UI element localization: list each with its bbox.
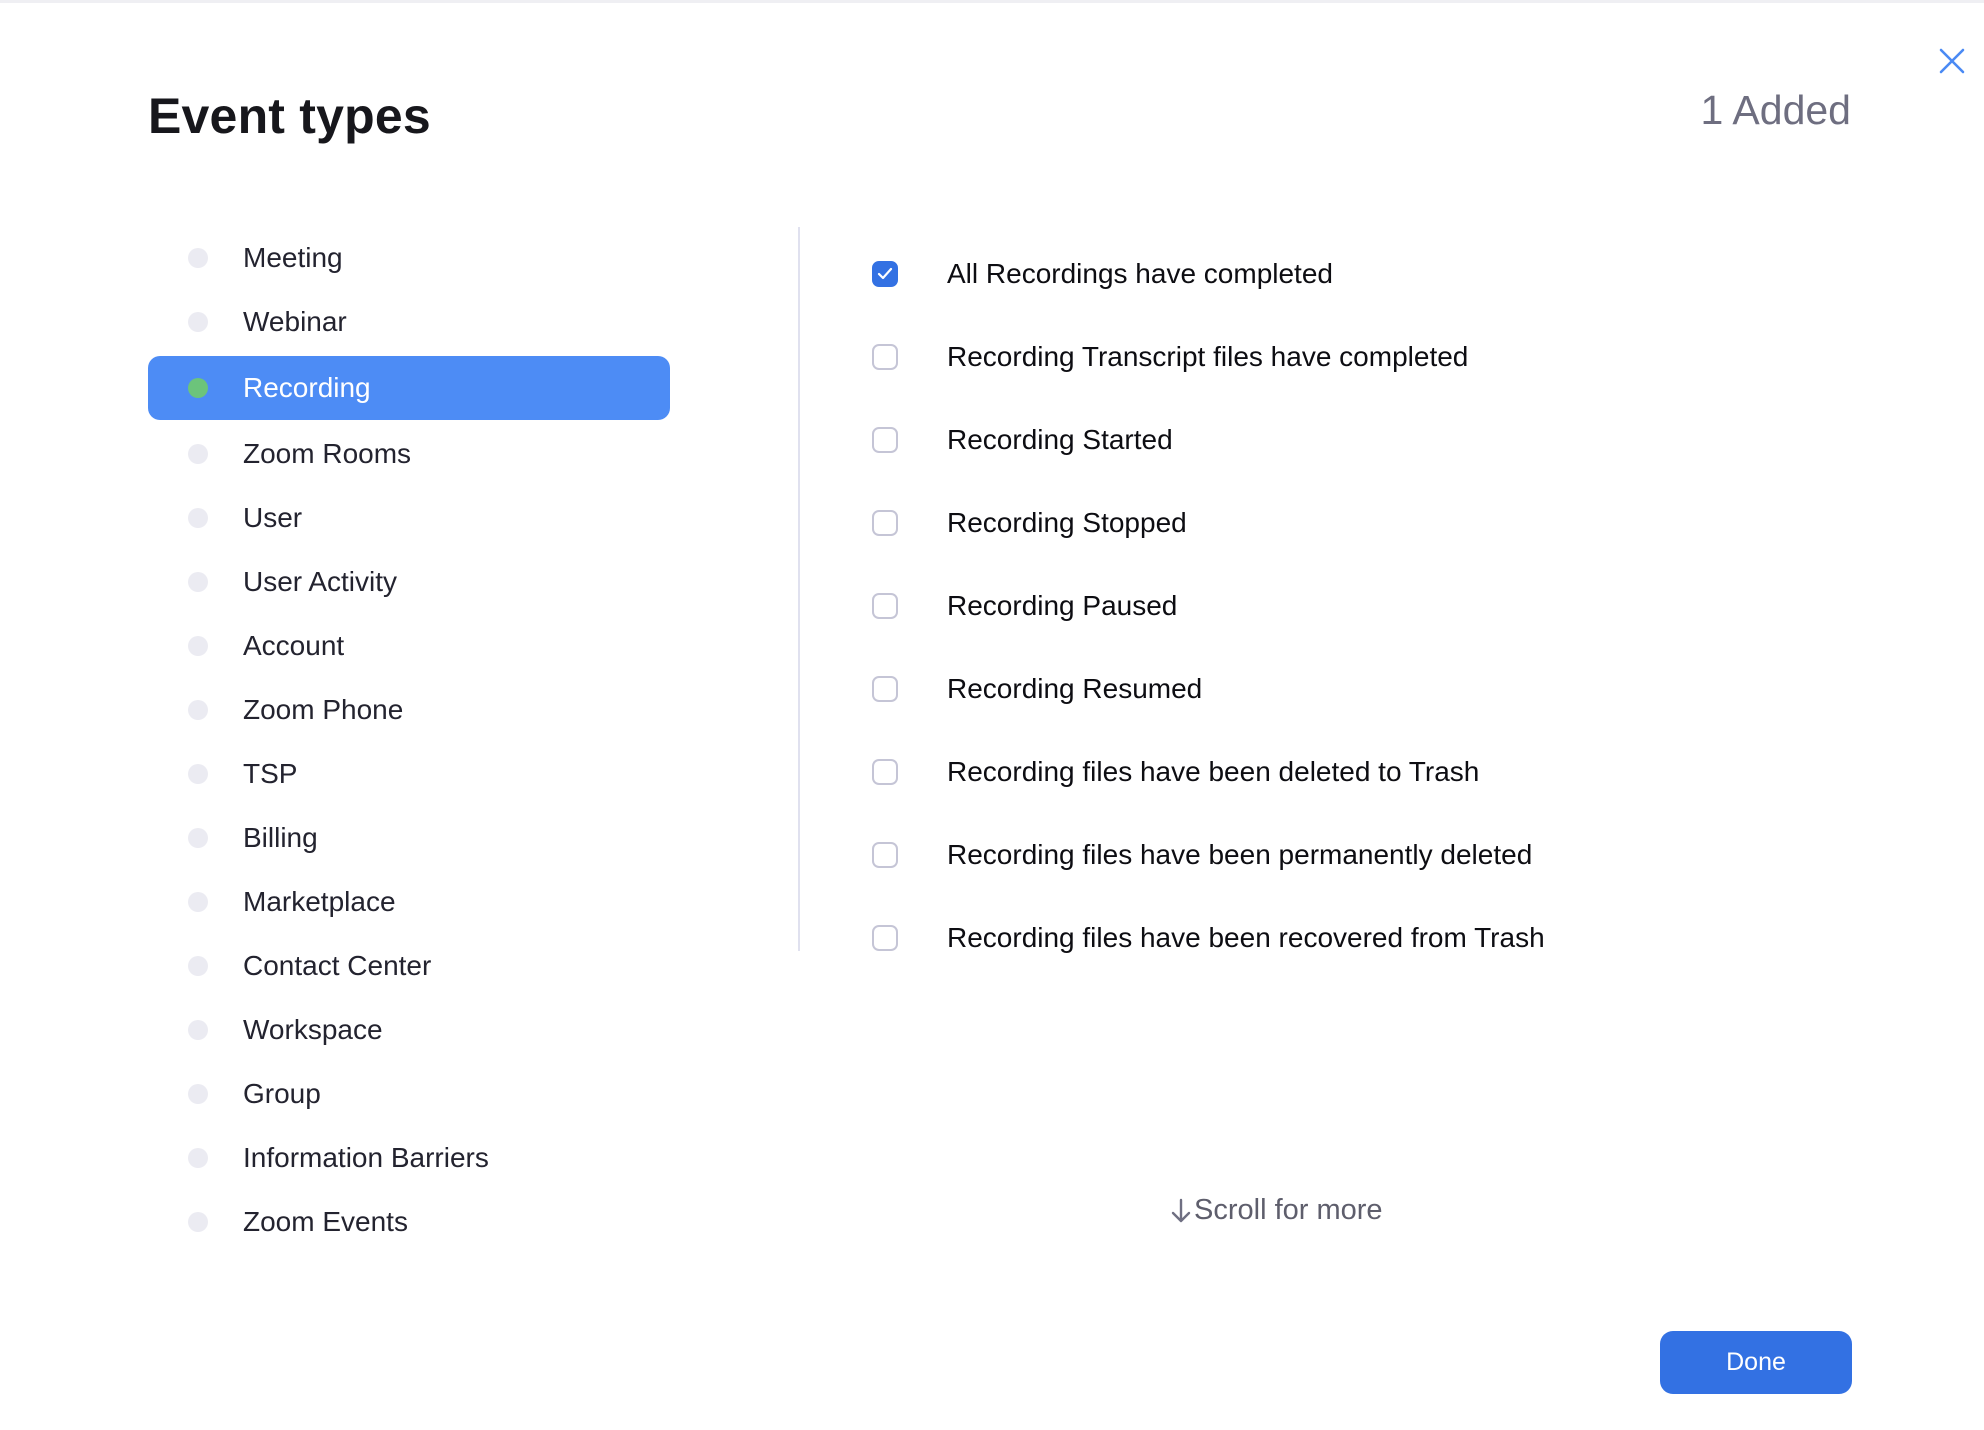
- checkbox[interactable]: [872, 924, 898, 951]
- category-item-recording[interactable]: Recording: [148, 356, 670, 420]
- category-label: Group: [243, 1078, 321, 1109]
- category-label: User Activity: [243, 566, 398, 597]
- dialog-title: Event types: [148, 88, 431, 144]
- category-item-user[interactable]: User: [148, 486, 670, 550]
- category-label: Zoom Rooms: [243, 438, 412, 469]
- event-label: Recording files have been permanently de…: [947, 838, 1533, 870]
- category-label: TSP: [243, 758, 298, 789]
- status-dot-icon: [188, 508, 208, 528]
- checkbox-checked[interactable]: [872, 260, 898, 287]
- category-label: Contact Center: [243, 950, 432, 981]
- status-dot-icon: [188, 764, 208, 784]
- category-label: User: [243, 502, 303, 533]
- scroll-hint-text: Scroll for more: [1194, 1194, 1383, 1226]
- status-dot-icon: [188, 1212, 208, 1232]
- close-button[interactable]: [1934, 43, 1970, 79]
- checkbox[interactable]: [872, 675, 898, 702]
- status-dot-icon: [188, 828, 208, 848]
- event-option[interactable]: Recording Resumed: [872, 647, 1545, 730]
- status-dot-icon: [188, 1020, 208, 1040]
- category-item-account[interactable]: Account: [148, 614, 670, 678]
- checkbox[interactable]: [872, 509, 898, 536]
- status-dot-icon: [188, 636, 208, 656]
- checkbox[interactable]: [872, 592, 898, 619]
- event-label: Recording files have been deleted to Tra…: [947, 755, 1480, 787]
- event-option[interactable]: Recording Transcript files have complete…: [872, 315, 1545, 398]
- scroll-for-more-hint: Scroll for more: [1170, 1194, 1383, 1227]
- status-dot-icon: [188, 1148, 208, 1168]
- panel-divider: [798, 227, 800, 951]
- category-item-contact-center[interactable]: Contact Center: [148, 934, 670, 998]
- event-option[interactable]: Recording files have been permanently de…: [872, 813, 1545, 896]
- status-dot-icon: [188, 956, 208, 976]
- category-label: Meeting: [243, 242, 343, 273]
- checkbox[interactable]: [872, 758, 898, 785]
- checkbox[interactable]: [872, 426, 898, 453]
- event-option[interactable]: Recording Paused: [872, 564, 1545, 647]
- category-item-meeting[interactable]: Meeting: [148, 226, 670, 290]
- event-label: Recording Transcript files have complete…: [947, 340, 1469, 372]
- category-label: Account: [243, 630, 345, 661]
- category-item-group[interactable]: Group: [148, 1062, 670, 1126]
- category-item-zoom-phone[interactable]: Zoom Phone: [148, 678, 670, 742]
- event-option[interactable]: All Recordings have completed: [872, 232, 1545, 315]
- category-label: Workspace: [243, 1014, 383, 1045]
- status-dot-icon: [188, 444, 208, 464]
- checkmark-icon: [877, 267, 893, 280]
- category-item-webinar[interactable]: Webinar: [148, 290, 670, 354]
- event-option[interactable]: Recording Stopped: [872, 481, 1545, 564]
- category-label: Zoom Phone: [243, 694, 404, 725]
- status-dot-icon: [188, 700, 208, 720]
- event-label: Recording Stopped: [947, 506, 1187, 538]
- status-dot-icon: [188, 892, 208, 912]
- category-label: Zoom Events: [243, 1206, 408, 1237]
- event-option[interactable]: Recording Started: [872, 398, 1545, 481]
- event-label: Recording Paused: [947, 589, 1178, 621]
- category-label: Recording: [243, 372, 371, 403]
- category-label: Webinar: [243, 306, 347, 337]
- status-dot-icon: [188, 378, 208, 398]
- category-item-user-activity[interactable]: User Activity: [148, 550, 670, 614]
- event-label: Recording Resumed: [947, 672, 1203, 704]
- top-border: [0, 0, 1984, 3]
- event-option[interactable]: Recording files have been deleted to Tra…: [872, 730, 1545, 813]
- event-label: Recording files have been recovered from…: [947, 921, 1545, 953]
- event-checkbox-list: All Recordings have completed Recording T…: [872, 232, 1545, 979]
- category-item-information-barriers[interactable]: Information Barriers: [148, 1126, 670, 1190]
- category-item-tsp[interactable]: TSP: [148, 742, 670, 806]
- arrow-down-icon: [1171, 1198, 1191, 1222]
- category-label: Information Barriers: [243, 1142, 489, 1173]
- event-category-list: Meeting Webinar Recording Zoom Rooms User Use…: [148, 226, 670, 1254]
- category-item-marketplace[interactable]: Marketplace: [148, 870, 670, 934]
- category-label: Billing: [243, 822, 318, 853]
- close-icon: [1939, 48, 1965, 74]
- event-label: All Recordings have completed: [947, 257, 1333, 289]
- checkbox[interactable]: [872, 841, 898, 868]
- category-item-workspace[interactable]: Workspace: [148, 998, 670, 1062]
- done-button[interactable]: Done: [1660, 1331, 1852, 1394]
- added-count: 1 Added: [1700, 87, 1852, 133]
- category-item-zoom-events[interactable]: Zoom Events: [148, 1190, 670, 1254]
- checkbox[interactable]: [872, 343, 898, 370]
- status-dot-icon: [188, 312, 208, 332]
- category-item-zoom-rooms[interactable]: Zoom Rooms: [148, 422, 670, 486]
- event-option[interactable]: Recording files have been recovered from…: [872, 896, 1545, 979]
- event-label: Recording Started: [947, 423, 1173, 455]
- status-dot-icon: [188, 248, 208, 268]
- status-dot-icon: [188, 572, 208, 592]
- status-dot-icon: [188, 1084, 208, 1104]
- category-item-billing[interactable]: Billing: [148, 806, 670, 870]
- category-label: Marketplace: [243, 886, 396, 917]
